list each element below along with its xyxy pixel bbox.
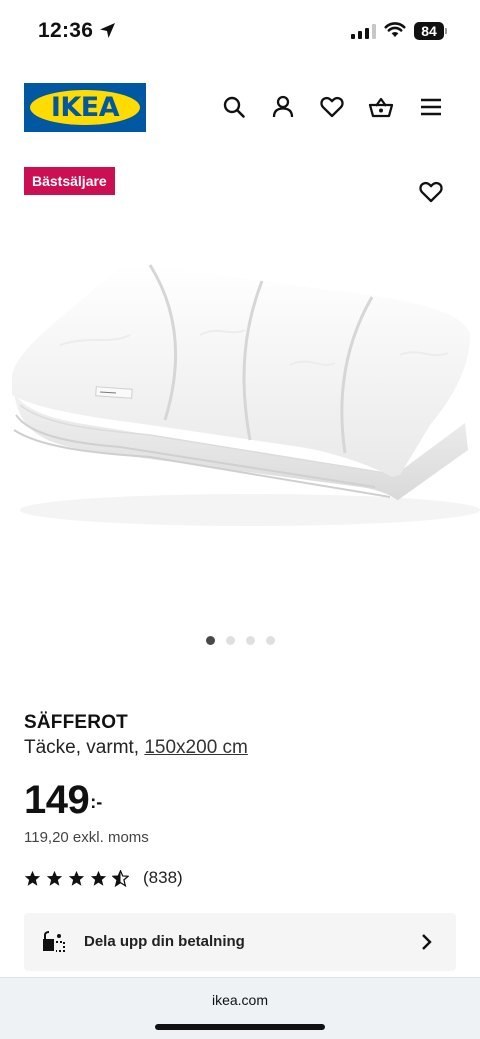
chevron-right-icon xyxy=(422,934,432,950)
carousel-dot[interactable] xyxy=(265,636,275,645)
star-full-icon xyxy=(90,870,107,886)
image-carousel-dots[interactable] xyxy=(0,636,480,645)
location-arrow-icon xyxy=(100,23,115,38)
cart-icon[interactable] xyxy=(368,94,394,120)
price-suffix: :- xyxy=(90,792,103,812)
rating-stars xyxy=(24,869,129,887)
cellular-signal-icon xyxy=(351,24,376,39)
carousel-dot[interactable] xyxy=(225,636,235,645)
carousel-dot-active[interactable] xyxy=(205,636,215,645)
product-description: Täcke, varmt, 150x200 cm xyxy=(24,737,248,759)
star-half-icon xyxy=(112,869,129,887)
search-icon[interactable] xyxy=(221,94,247,120)
split-payment-label: Dela upp din betalning xyxy=(84,933,245,950)
battery-level: 84 xyxy=(414,22,444,40)
favourite-heart-icon[interactable] xyxy=(418,179,444,205)
payment-split-icon xyxy=(43,931,65,952)
logo-text: IKEA xyxy=(50,92,120,123)
heart-icon[interactable] xyxy=(319,94,345,120)
status-time: 12:36 xyxy=(38,19,94,42)
status-bar: 12:36 84 xyxy=(0,0,480,60)
ikea-logo[interactable]: IKEA xyxy=(24,83,146,132)
star-full-icon xyxy=(46,870,63,886)
review-count[interactable]: (838) xyxy=(143,868,183,888)
wifi-icon xyxy=(384,22,406,37)
battery-icon: 84 xyxy=(414,22,448,40)
product-price: 149 :- xyxy=(24,778,102,822)
product-type: Täcke, varmt, xyxy=(24,737,145,758)
price-excl-vat: 119,20 exkl. moms xyxy=(24,829,149,846)
browser-address-bar[interactable]: ikea.com xyxy=(0,977,480,1039)
price-integer: 149 xyxy=(24,778,90,822)
split-payment-card[interactable]: Dela upp din betalning xyxy=(24,913,456,971)
carousel-dot[interactable] xyxy=(245,636,255,645)
star-full-icon xyxy=(24,870,41,886)
site-header: IKEA xyxy=(0,80,480,134)
product-name: SÄFFEROT xyxy=(24,712,128,733)
menu-icon[interactable] xyxy=(418,94,444,120)
product-size-link[interactable]: 150x200 cm xyxy=(144,737,248,758)
product-rating[interactable]: (838) xyxy=(24,868,183,888)
star-full-icon xyxy=(68,870,85,886)
home-indicator[interactable] xyxy=(155,1024,325,1030)
profile-icon[interactable] xyxy=(270,94,296,120)
product-image-duvet[interactable] xyxy=(0,225,480,605)
url-text[interactable]: ikea.com xyxy=(0,992,480,1008)
bestseller-badge: Bästsäljare xyxy=(24,167,115,195)
